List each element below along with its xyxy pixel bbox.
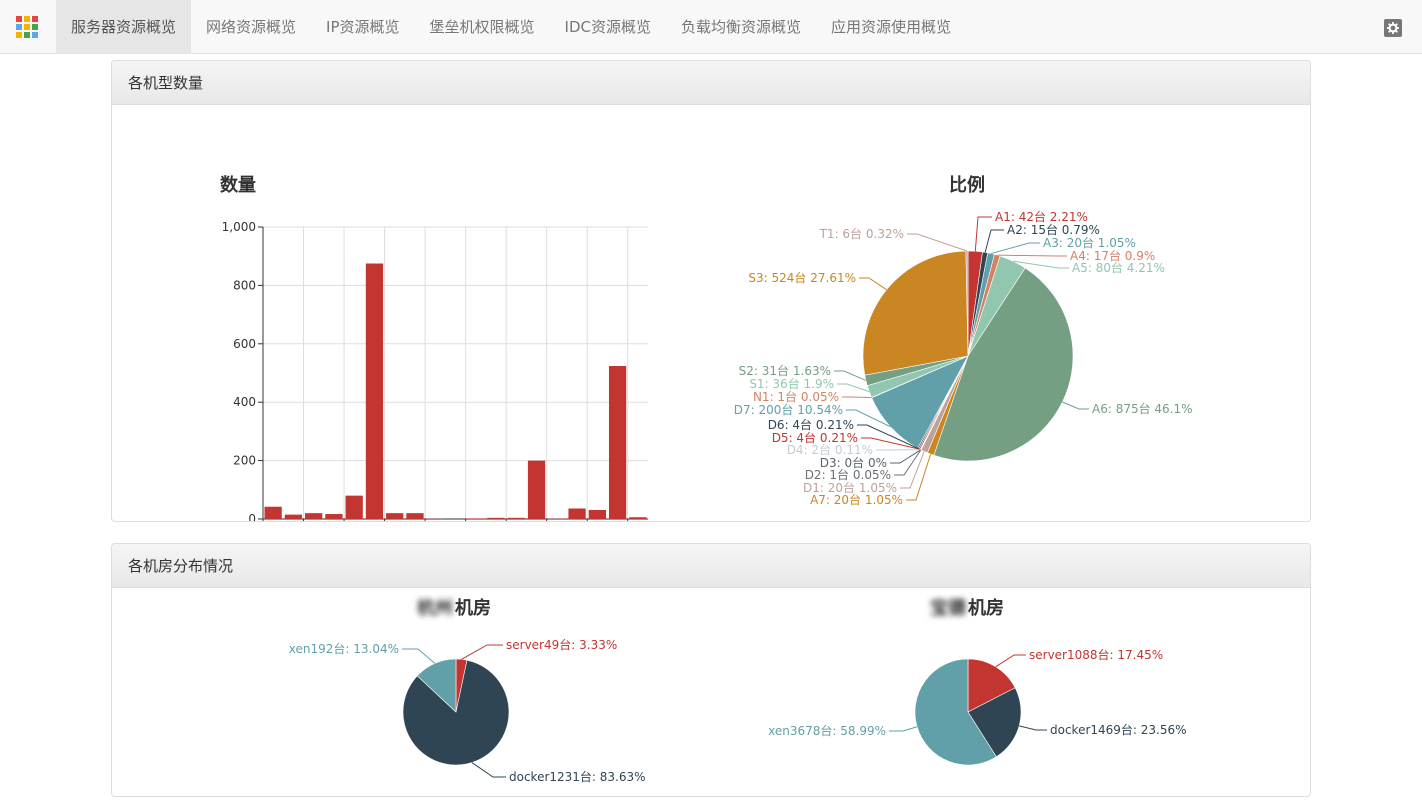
ratio-pie-leader-S2 (834, 370, 867, 381)
ratio-pie-label-S1: S1: 36台 1.9% (749, 376, 834, 391)
bar-A6 (365, 263, 384, 519)
ratio-pie-label-D5: D5: 4台 0.21% (772, 430, 858, 445)
tab-server-overview[interactable]: 服务器资源概览 (56, 0, 192, 54)
panel-title: 各机型数量 (112, 61, 1310, 105)
machine-type-charts: 数量02004006008001,000A1A3A5A7D2D4D6N1S2T1… (220, 174, 1193, 521)
hangzhou-pie-label-server: server49台: 3.33% (506, 637, 617, 652)
ratio-pie-label-A5: A5: 80台 4.21% (1072, 260, 1165, 275)
hangzhou-pie-label-docker: docker1231台: 83.63% (509, 769, 646, 784)
y-tick-label: 600 (233, 337, 256, 351)
ratio-pie-slice-S3 (862, 250, 969, 376)
hangzhou-pie-leader-server (461, 644, 503, 660)
ratio-pie-label-S2: S2: 31台 1.63% (739, 363, 831, 378)
baode-pie-leader-docker (1019, 725, 1047, 731)
bar-A1 (264, 506, 282, 519)
gear-glyph-icon (1387, 22, 1399, 34)
ratio-pie-leader-T1 (907, 233, 968, 252)
tab-bastion-permission-overview[interactable]: 堡垒机权限概览 (415, 0, 550, 54)
ratio-pie-label-A2: A2: 15台 0.79% (1007, 222, 1100, 237)
bar-A5 (345, 495, 363, 519)
tab-load-balancer-overview[interactable]: 负载均衡资源概览 (666, 0, 816, 54)
bar-S1 (568, 508, 586, 519)
settings-gear-icon[interactable] (1384, 19, 1402, 37)
ratio-pie-leader-A2 (984, 229, 1004, 253)
logo-square (32, 24, 38, 30)
ratio-pie-label-D7: D7: 200台 10.54% (734, 402, 843, 417)
ratio-pie-label-D3: D3: 0台 0% (820, 455, 887, 470)
logo-square (16, 16, 22, 22)
ratio-pie-label-A1: A1: 42台 2.21% (995, 209, 1088, 224)
hangzhou-pie-label-xen: xen192台: 13.04% (289, 641, 399, 656)
machine-type-panel: 各机型数量 数量02004006008001,000A1A3A5A7D2D4D6… (111, 60, 1311, 522)
logo-square (16, 32, 22, 38)
baode-pie-title: 机房 (968, 597, 1004, 619)
ratio-pie-title: 比例 (949, 174, 985, 196)
bar-D1 (406, 513, 424, 519)
ratio-pie-leader-D1 (900, 451, 925, 489)
bar-D5 (487, 517, 505, 519)
tab-idc-overview[interactable]: IDC资源概览 (550, 0, 666, 54)
bar-S2 (588, 509, 606, 519)
app-grid-logo-icon[interactable] (16, 16, 38, 38)
ratio-pie-leader-A7 (906, 453, 932, 501)
y-tick-label: 200 (233, 454, 256, 468)
ratio-pie-leader-A6 (1062, 401, 1089, 410)
bar-D7 (527, 460, 546, 519)
tab-app-usage-overview[interactable]: 应用资源使用概览 (816, 0, 966, 54)
bar-D4 (467, 518, 485, 519)
baode-pie-leader-server (995, 654, 1026, 668)
baode-pie-label-server: server1088台: 17.45% (1029, 647, 1163, 662)
baode-pie-title-prefix: 宝德 (930, 597, 966, 619)
ratio-pie-leader-A4 (997, 254, 1067, 257)
bar-A3 (305, 513, 323, 519)
datacenter-distribution-panel: 各机房分布情况 杭州 机房 宝德 机房 server49台: 3.33% docker12… (111, 543, 1311, 797)
baode-pie-leader-xen (889, 726, 918, 732)
logo-square (24, 16, 30, 22)
ratio-pie-label-N1: N1: 1台 0.05% (753, 389, 839, 404)
ratio-pie-leader-S3 (859, 277, 887, 291)
tab-network-overview[interactable]: 网络资源概览 (191, 0, 311, 54)
ratio-pie-leader-N1 (842, 396, 872, 399)
y-tick-label: 800 (233, 278, 256, 292)
baode-pie-label-xen: xen3678台: 58.99% (768, 723, 886, 738)
bar-A7 (386, 513, 404, 519)
logo-square (32, 32, 38, 38)
y-tick-label: 0 (248, 512, 256, 521)
y-tick-label: 1,000 (222, 220, 256, 234)
ratio-pie-label-D6: D6: 4台 0.21% (768, 417, 854, 432)
y-tick-label: 400 (233, 395, 256, 409)
datacenter-charts: 杭州 机房 宝德 机房server49台: 3.33%docker1231台: 83.… (289, 597, 1187, 784)
tab-ip-overview[interactable]: IP资源概览 (311, 0, 414, 54)
hangzhou-pie-title-prefix: 杭州 (417, 597, 453, 619)
ratio-pie-label-A6: A6: 875台 46.1% (1092, 401, 1193, 416)
bar-S3 (608, 365, 627, 519)
nav-tabs: 服务器资源概览 网络资源概览 IP资源概览 堡垒机权限概览 IDC资源概览 负载… (56, 0, 966, 54)
bar-T1 (629, 517, 647, 519)
ratio-pie-label-T1: T1: 6台 0.32% (819, 226, 904, 241)
ratio-pie-leader-S1 (837, 383, 870, 393)
bar-chart-title: 数量 (220, 174, 256, 196)
panel-title: 各机房分布情况 (112, 544, 1310, 588)
logo-square (24, 32, 30, 38)
ratio-pie-label-S3: S3: 524台 27.61% (748, 270, 856, 285)
ratio-pie-leader-A3 (990, 242, 1040, 255)
top-navbar: 服务器资源概览 网络资源概览 IP资源概览 堡垒机权限概览 IDC资源概览 负载… (0, 0, 1422, 54)
ratio-pie-label-A3: A3: 20台 1.05% (1043, 235, 1136, 250)
hangzhou-pie-leader-xen (402, 648, 436, 664)
logo-square (32, 16, 38, 22)
logo-square (16, 24, 22, 30)
hangzhou-pie-leader-docker (471, 762, 506, 778)
logo-square (24, 24, 30, 30)
baode-pie-label-docker: docker1469台: 23.56% (1050, 722, 1187, 737)
hangzhou-pie-title: 机房 (455, 597, 491, 619)
ratio-pie-label-D1: D1: 20台 1.05% (803, 480, 897, 495)
bar-D6 (507, 517, 525, 519)
bar-A2 (284, 514, 303, 519)
bar-A4 (325, 514, 343, 519)
